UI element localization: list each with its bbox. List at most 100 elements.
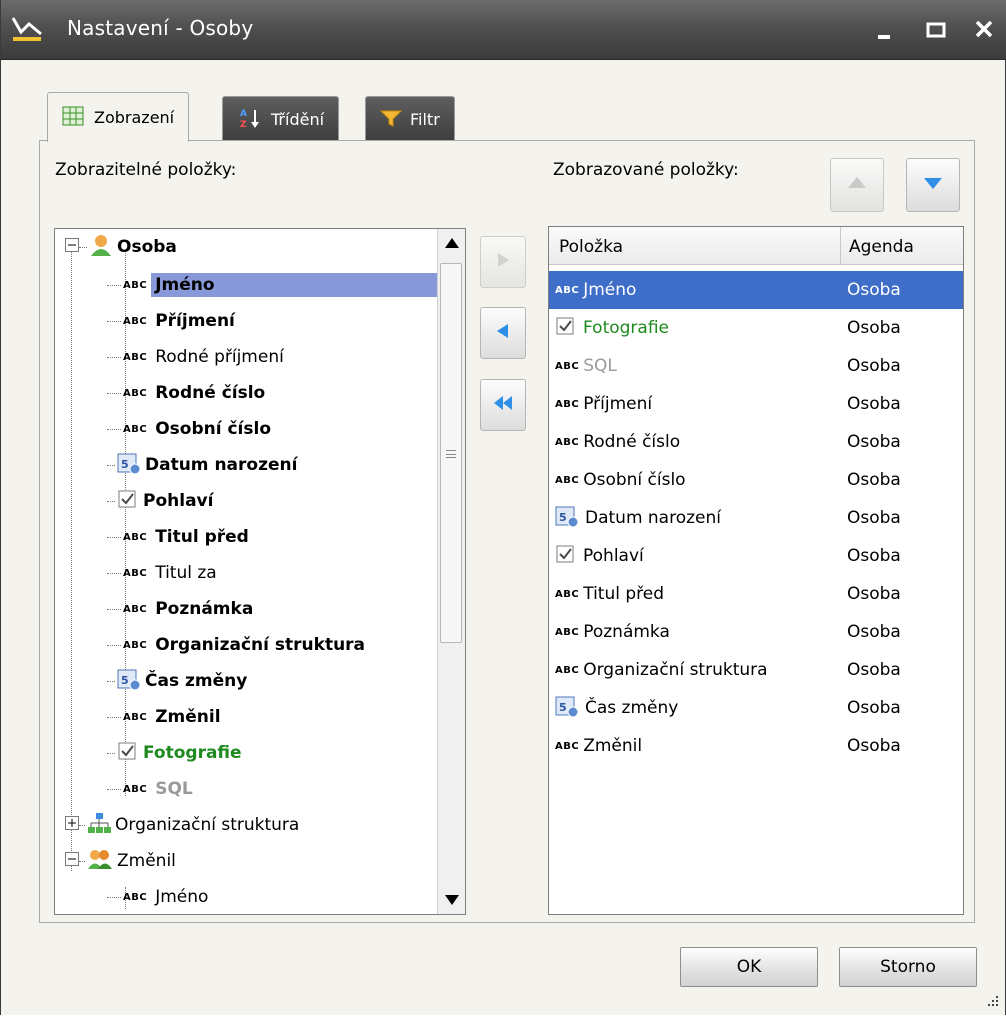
remove-item-button[interactable] — [480, 307, 526, 359]
tab-filtr[interactable]: Filtr — [365, 96, 455, 142]
scroll-down-icon[interactable] — [444, 894, 460, 906]
grid-cell-item: Fotografie — [549, 315, 841, 342]
collapse-icon[interactable] — [65, 851, 79, 871]
collapse-icon[interactable] — [65, 237, 79, 257]
scroll-thumb[interactable] — [440, 263, 462, 643]
tab-label: Třídění — [271, 110, 325, 129]
abc-icon: ABC — [123, 423, 148, 435]
move-down-button[interactable] — [906, 158, 960, 212]
calendar-icon: 5 — [555, 694, 579, 723]
tree-item-label: Jméno — [155, 887, 209, 907]
grid-cell-agenda: Osoba — [847, 584, 901, 604]
resize-grip-icon[interactable] — [981, 991, 1001, 1011]
abc-icon: ABC — [555, 740, 580, 752]
group-icon — [87, 847, 113, 876]
grid-row[interactable]: ABC Příjmení Osoba — [549, 385, 963, 423]
tree-node-osoba[interactable]: Osoba — [55, 229, 181, 265]
grid-row[interactable]: ABC Jméno Osoba — [549, 271, 963, 309]
tree-item-sql[interactable]: ABC SQL — [107, 771, 197, 807]
abc-icon: ABC — [555, 436, 580, 448]
tree-item-fotografie[interactable]: Fotografie — [107, 735, 246, 771]
abc-icon: ABC — [123, 387, 148, 399]
close-button[interactable] — [969, 14, 999, 44]
move-up-button[interactable] — [830, 158, 884, 212]
available-items-tree[interactable]: Osoba ABC Jméno ABC Příjmení ABC Rodné p… — [54, 228, 466, 915]
tree-item-zmenil[interactable]: ABC Změnil — [107, 699, 225, 735]
column-header-polozka[interactable]: Položka — [549, 227, 841, 264]
arrow-up-icon — [847, 175, 867, 195]
column-header-agenda[interactable]: Agenda — [841, 227, 963, 264]
tree-item-poznamka[interactable]: ABC Poznámka — [107, 591, 257, 627]
filter-icon — [379, 108, 403, 132]
grid-row[interactable]: ABC Titul před Osoba — [549, 575, 963, 613]
grid-cell-item: ABC Organizační struktura — [549, 660, 841, 680]
tree-item-prijmeni[interactable]: ABC Příjmení — [107, 303, 239, 339]
tree-item-rodne-cislo[interactable]: ABC Rodné číslo — [107, 375, 269, 411]
tree-item-rodne-prijmeni[interactable]: ABC Rodné příjmení — [107, 339, 288, 375]
abc-icon: ABC — [555, 284, 580, 296]
tree-node-zmenil[interactable]: Změnil — [55, 843, 180, 879]
tree-item-titul-pred[interactable]: ABC Titul před — [107, 519, 253, 555]
expand-icon[interactable] — [65, 815, 79, 835]
arrow-down-icon — [923, 175, 943, 195]
abc-icon: ABC — [123, 351, 148, 363]
grid-row[interactable]: ABC Organizační struktura Osoba — [549, 651, 963, 689]
grid-cell-item: ABC Titul před — [549, 584, 841, 604]
abc-icon: ABC — [555, 588, 580, 600]
tree-item-titul-za[interactable]: ABC Titul za — [107, 555, 221, 591]
cancel-button[interactable]: Storno — [839, 947, 977, 987]
tree-scrollbar[interactable] — [437, 229, 465, 914]
grid-cell-agenda: Osoba — [847, 698, 901, 718]
grid-cell-item: ABC Poznámka — [549, 622, 841, 642]
tree-item-jmeno-2[interactable]: ABC Jméno — [107, 879, 212, 914]
minimize-button[interactable] — [869, 14, 899, 44]
grid-item-label: Fotografie — [583, 318, 670, 338]
tree-item-label: Datum narození — [145, 455, 298, 475]
grid-cell-item: ABC Osobní číslo — [549, 470, 841, 490]
abc-icon: ABC — [123, 711, 148, 723]
grid-cell-agenda: Osoba — [847, 508, 901, 528]
grid-item-label: Osobní číslo — [583, 470, 686, 490]
grid-row[interactable]: 5 Datum narození Osoba — [549, 499, 963, 537]
tree-item-organizacni-struktura[interactable]: ABC Organizační struktura — [107, 627, 369, 663]
tab-trideni[interactable]: A Z Třídění — [222, 96, 340, 142]
tree-item-jmeno[interactable]: ABC Jméno — [107, 267, 462, 303]
grid-cell-agenda: Osoba — [847, 318, 901, 338]
remove-all-button[interactable] — [480, 379, 526, 431]
grid-cell-item: ABC SQL — [549, 356, 841, 376]
grid-row[interactable]: ABC Rodné číslo Osoba — [549, 423, 963, 461]
abc-icon: ABC — [555, 360, 580, 372]
title-bar[interactable]: Nastavení - Osoby — [1, 0, 1006, 60]
displayed-items-grid[interactable]: Položka Agenda ABC Jméno Osoba Fotografie Os… — [548, 226, 964, 915]
grid-item-label: Rodné číslo — [583, 432, 681, 452]
tree-item-cas-zmeny[interactable]: 5 Čas změny — [107, 663, 251, 699]
grid-row[interactable]: Fotografie Osoba — [549, 309, 963, 347]
grid-row[interactable]: ABC Změnil Osoba — [549, 727, 963, 765]
tree-item-datum-narozeni[interactable]: 5 Datum narození — [107, 447, 301, 483]
grid-row[interactable]: ABC Osobní číslo Osoba — [549, 461, 963, 499]
double-arrow-left-icon — [492, 394, 514, 417]
tree-item-label: Osoba — [117, 237, 177, 257]
grid-row[interactable]: ABC SQL Osoba — [549, 347, 963, 385]
svg-text:5: 5 — [121, 458, 129, 471]
grid-cell-agenda: Osoba — [847, 660, 901, 680]
tab-zobrazeni[interactable]: Zobrazení — [47, 92, 190, 142]
grid-row[interactable]: Pohlaví Osoba — [549, 537, 963, 575]
tree-item-pohlavi[interactable]: Pohlaví — [107, 483, 217, 519]
add-item-button[interactable] — [480, 236, 526, 288]
scroll-up-icon[interactable] — [444, 237, 460, 249]
grid-row[interactable]: 5 Čas změny Osoba — [549, 689, 963, 727]
tree-item-label: Poznámka — [155, 599, 254, 619]
grid-item-label: SQL — [583, 356, 617, 376]
grid-row[interactable]: ABC Poznámka Osoba — [549, 613, 963, 651]
ok-button[interactable]: OK — [680, 947, 818, 987]
abc-icon: ABC — [123, 783, 148, 795]
maximize-button[interactable] — [921, 14, 951, 44]
tree-item-label: Změnil — [155, 707, 221, 727]
abc-icon: ABC — [123, 567, 148, 579]
grid-cell-item: ABC Jméno — [549, 280, 841, 300]
tree-node-organizacni-struktura[interactable]: Organizační struktura — [55, 807, 303, 843]
tree-item-osobni-cislo[interactable]: ABC Osobní číslo — [107, 411, 275, 447]
abc-icon: ABC — [123, 279, 148, 291]
tree-item-label: Organizační struktura — [155, 635, 366, 655]
